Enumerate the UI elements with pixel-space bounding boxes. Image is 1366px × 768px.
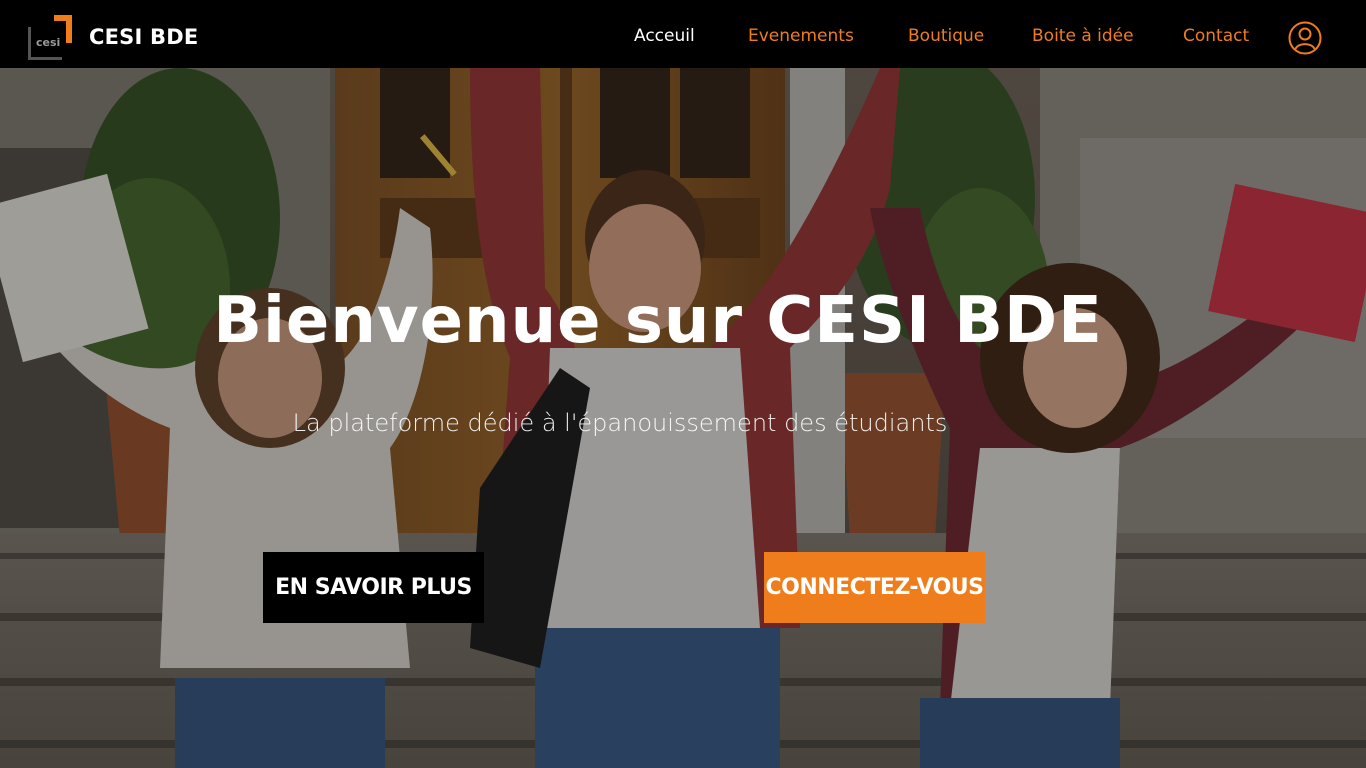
nav-link-boite-a-idee[interactable]: Boite à idée [1032, 24, 1134, 48]
page: cesi CESI BDE Acceuil Evenements Boutiqu… [0, 0, 1366, 768]
nav-link-boutique[interactable]: Boutique [908, 24, 984, 48]
cesi-logo[interactable]: cesi [28, 15, 74, 60]
nav-link-evenements[interactable]: Evenements [748, 24, 854, 48]
hero-subtitle: La plateforme dédié à l'épanouissement d… [292, 409, 948, 437]
nav-link-acceuil[interactable]: Acceuil [634, 24, 695, 48]
logo-text: cesi [36, 36, 60, 49]
user-account-icon[interactable] [1288, 21, 1322, 55]
login-button[interactable]: CONNECTEZ-VOUS [764, 552, 985, 623]
top-navbar: cesi CESI BDE Acceuil Evenements Boutiqu… [0, 0, 1366, 68]
learn-more-button[interactable]: EN SAVOIR PLUS [263, 552, 484, 623]
nav-link-contact[interactable]: Contact [1183, 24, 1249, 48]
hero-title: Bienvenue sur CESI BDE [213, 283, 1103, 358]
hero-section: Bienvenue sur CESI BDE La plateforme déd… [0, 68, 1366, 768]
brand-name[interactable]: CESI BDE [89, 23, 198, 51]
